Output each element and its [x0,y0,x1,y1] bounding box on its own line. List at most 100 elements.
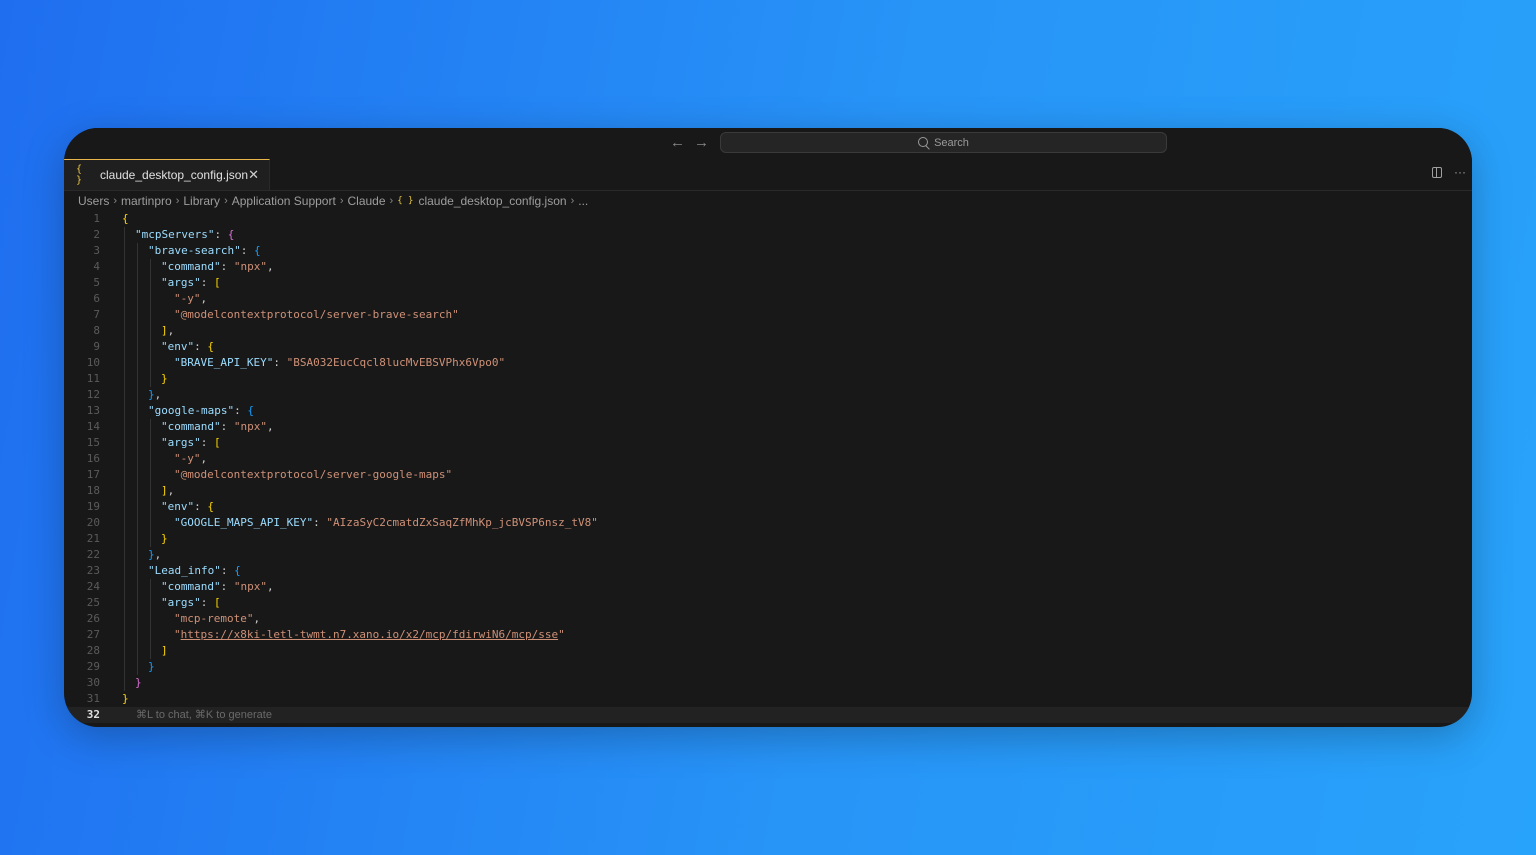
code-line: "GOOGLE_MAPS_API_KEY": "AIzaSyC2cmatdZxS… [174,516,598,529]
breadcrumb-item[interactable]: Claude [347,194,385,208]
code-line: "command": "npx", [161,420,274,433]
breadcrumb-item[interactable]: Application Support [232,194,336,208]
chevron-right-icon: › [570,195,575,207]
line-number: 1 [93,212,100,225]
title-bar: ← → Search [64,128,1472,160]
editor-window: ← → Search { } claude_desktop_config.jso… [64,128,1472,727]
current-line-highlight [64,707,1472,723]
chevron-right-icon: › [175,195,180,207]
code-line: "-y", [174,292,208,305]
line-number: 3 [93,244,100,257]
arrow-right-icon[interactable]: → [694,134,709,152]
line-number: 31 [86,692,100,705]
code-line: } [161,372,168,385]
code-line: "mcp-remote", [174,612,261,625]
indent-guide [137,243,138,675]
split-editor-icon[interactable] [1432,167,1442,178]
code-line: "env": { [161,340,214,353]
line-number: 29 [86,660,100,673]
chevron-right-icon: › [224,195,228,207]
code-line: "brave-search": { [148,244,261,257]
line-number: 7 [93,308,100,321]
breadcrumb-more[interactable]: ... [578,194,588,208]
search-placeholder: Search [934,136,969,149]
line-number: 11 [86,372,100,385]
code-line: ], [161,484,175,497]
code-line: "command": "npx", [161,260,274,273]
line-number: 21 [86,532,100,545]
breadcrumb-file[interactable]: claude_desktop_config.json [418,194,566,208]
line-number: 8 [93,324,100,337]
search-input[interactable]: Search [720,132,1167,153]
code-line: "args": [ [161,276,221,289]
indent-guide [150,579,151,659]
code-line: "command": "npx", [161,580,274,593]
line-number: 4 [93,260,100,273]
code-line: "@modelcontextprotocol/server-google-map… [174,468,453,481]
breadcrumb-item[interactable]: Library [183,194,220,208]
code-line: } [161,532,168,545]
code-line: "Lead_info": { [148,564,241,577]
arrow-left-icon[interactable]: ← [670,134,685,152]
code-line: }, [148,388,162,401]
more-actions-icon[interactable]: ··· [1454,166,1466,178]
line-number: 22 [86,548,100,561]
code-line: "google-maps": { [148,404,254,417]
line-number: 28 [86,644,100,657]
code-line: "args": [ [161,596,221,609]
json-file-icon: { } [76,164,83,186]
code-line: } [148,660,155,673]
line-number: 27 [86,628,100,641]
line-number: 2 [93,228,100,241]
json-file-icon: { } [397,196,414,206]
code-line: } [135,676,142,689]
line-number: 13 [86,404,100,417]
line-number: 17 [86,468,100,481]
chevron-right-icon: › [389,195,394,207]
code-line: "mcpServers": { [135,228,235,241]
line-number: 5 [93,276,100,289]
breadcrumb-item[interactable]: Users [78,194,109,208]
code-line[interactable]: ⌘L to chat, ⌘K to generate [136,707,272,723]
line-number: 9 [93,340,100,353]
indent-guide [124,227,125,691]
search-icon [918,136,929,147]
line-number-active: 32 [86,708,100,721]
code-line: "args": [ [161,436,221,449]
line-number: 24 [86,580,100,593]
tab-claude-desktop-config[interactable]: { } claude_desktop_config.json ✕ [64,159,270,190]
line-number: 25 [86,596,100,609]
indent-guide [150,259,151,387]
code-editor[interactable]: 1 2 3 4 5 6 7 8 9 10 11 12 13 14 15 16 1… [64,209,1472,727]
code-line: ] [161,644,168,657]
tab-bar: { } claude_desktop_config.json ✕ ··· [64,159,1472,191]
line-number: 30 [86,676,100,689]
breadcrumb: Users › martinpro › Library › Application S… [78,192,588,210]
close-icon[interactable]: ✕ [248,167,259,183]
line-number: 15 [86,436,100,449]
line-number: 10 [86,356,100,369]
chevron-right-icon: › [113,195,118,207]
code-line: "env": { [161,500,214,513]
breadcrumb-item[interactable]: martinpro [121,194,172,208]
url-link[interactable]: https://x8ki-letl-twmt.n7.xano.io/x2/mcp… [181,628,559,641]
tab-actions: ··· [1432,166,1466,178]
code-line: "BRAVE_API_KEY": "BSA032EucCqcl8lucMvEBS… [174,356,506,369]
line-number: 18 [86,484,100,497]
code-line: ], [161,324,175,337]
tab-label: claude_desktop_config.json [99,168,249,182]
code-line: }, [148,548,162,561]
indent-guide [150,419,151,547]
code-line: "@modelcontextprotocol/server-brave-sear… [174,308,459,321]
code-line: "https://x8ki-letl-twmt.n7.xano.io/x2/mc… [174,628,565,641]
line-number: 14 [86,420,100,433]
code-line: { [122,212,129,225]
code-line: "-y", [174,452,208,465]
chevron-right-icon: › [339,195,344,207]
line-number: 19 [86,500,100,513]
line-number: 16 [86,452,100,465]
code-line: } [122,692,129,705]
line-number: 23 [86,564,100,577]
inline-hint: ⌘L to chat, ⌘K to generate [136,709,272,721]
line-number: 12 [86,388,100,401]
